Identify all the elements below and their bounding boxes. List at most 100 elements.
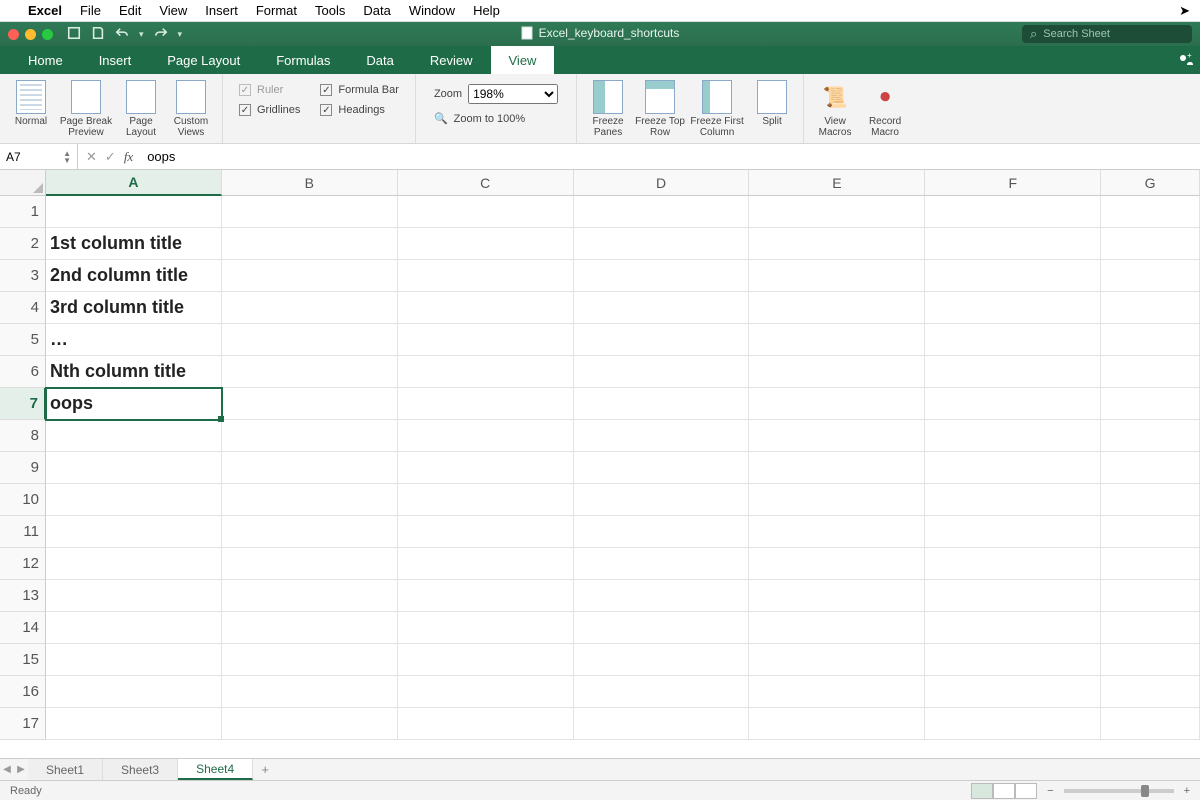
freeze-first-col-button[interactable]: Freeze First Column [689,78,745,138]
cell-B14[interactable] [222,612,398,644]
row-header-5[interactable]: 5 [0,324,46,356]
search-sheet-box[interactable]: ⌕ [1022,25,1192,43]
zoom-in-button[interactable]: + [1184,785,1190,797]
sheet-tab-sheet3[interactable]: Sheet3 [103,759,178,780]
cell-A11[interactable] [46,516,222,548]
cell-E10[interactable] [749,484,925,516]
tab-view[interactable]: View [491,46,555,74]
cell-F12[interactable] [925,548,1101,580]
cell-E7[interactable] [749,388,925,420]
cell-A6[interactable]: Nth column title [46,356,222,388]
sheet-tab-sheet1[interactable]: Sheet1 [28,759,103,780]
cell-F14[interactable] [925,612,1101,644]
cell-G3[interactable] [1101,260,1200,292]
cancel-formula-icon[interactable]: ✕ [86,149,97,165]
cell-E2[interactable] [749,228,925,260]
cell-B2[interactable] [222,228,398,260]
cell-C3[interactable] [398,260,574,292]
ruler-checkbox[interactable]: ✓Ruler [239,84,300,96]
app-menu-excel[interactable]: Excel [28,3,62,18]
cell-B15[interactable] [222,644,398,676]
cell-F3[interactable] [925,260,1101,292]
undo-dropdown-icon[interactable]: ▾ [139,29,144,40]
tab-formulas[interactable]: Formulas [258,46,348,74]
cell-G1[interactable] [1101,196,1200,228]
headings-checkbox[interactable]: ✓Headings [320,104,399,116]
cell-G10[interactable] [1101,484,1200,516]
search-sheet-input[interactable] [1043,28,1184,40]
cell-G11[interactable] [1101,516,1200,548]
cell-A14[interactable] [46,612,222,644]
row-header-4[interactable]: 4 [0,292,46,324]
cell-C14[interactable] [398,612,574,644]
spreadsheet-grid[interactable]: ABCDEFG 1234567891011121314151617 1st co… [0,170,1200,758]
name-box-input[interactable] [6,150,56,164]
formula-input[interactable] [147,149,1194,164]
cell-A3[interactable]: 2nd column title [46,260,222,292]
fx-icon[interactable]: fx [124,149,133,165]
cell-C10[interactable] [398,484,574,516]
quick-save2-icon[interactable] [91,26,105,43]
redo-dropdown-icon[interactable]: ▾ [178,29,183,40]
cell-G14[interactable] [1101,612,1200,644]
cell-E5[interactable] [749,324,925,356]
row-header-1[interactable]: 1 [0,196,46,228]
cell-C13[interactable] [398,580,574,612]
cell-G13[interactable] [1101,580,1200,612]
cell-A1[interactable] [46,196,222,228]
cell-B8[interactable] [222,420,398,452]
col-header-B[interactable]: B [222,170,398,196]
cell-E12[interactable] [749,548,925,580]
col-header-F[interactable]: F [925,170,1101,196]
cell-C6[interactable] [398,356,574,388]
zoom-slider[interactable] [1064,789,1174,793]
col-header-A[interactable]: A [46,170,222,196]
cell-A8[interactable] [46,420,222,452]
row-header-17[interactable]: 17 [0,708,46,740]
cell-E14[interactable] [749,612,925,644]
cell-B13[interactable] [222,580,398,612]
cell-A17[interactable] [46,708,222,740]
cell-B11[interactable] [222,516,398,548]
cell-E6[interactable] [749,356,925,388]
cell-F15[interactable] [925,644,1101,676]
cell-F2[interactable] [925,228,1101,260]
undo-icon[interactable] [115,26,129,43]
cell-C1[interactable] [398,196,574,228]
page-layout-button[interactable]: Page Layout [118,78,164,138]
view-page-layout-icon[interactable] [993,783,1015,799]
cell-D7[interactable] [574,388,750,420]
app-menu-help[interactable]: Help [473,3,500,18]
cell-D12[interactable] [574,548,750,580]
select-all-corner[interactable] [0,170,46,196]
cell-F6[interactable] [925,356,1101,388]
cell-A13[interactable] [46,580,222,612]
row-header-10[interactable]: 10 [0,484,46,516]
cell-B12[interactable] [222,548,398,580]
cell-D10[interactable] [574,484,750,516]
cell-D11[interactable] [574,516,750,548]
cell-G8[interactable] [1101,420,1200,452]
cell-B1[interactable] [222,196,398,228]
cell-F17[interactable] [925,708,1101,740]
custom-views-button[interactable]: Custom Views [168,78,214,138]
cell-C5[interactable] [398,324,574,356]
close-window-button[interactable] [8,29,19,40]
col-header-E[interactable]: E [749,170,925,196]
split-button[interactable]: Split [749,78,795,127]
cell-A12[interactable] [46,548,222,580]
cell-G16[interactable] [1101,676,1200,708]
app-menu-window[interactable]: Window [409,3,455,18]
cell-A9[interactable] [46,452,222,484]
cell-B4[interactable] [222,292,398,324]
cell-F8[interactable] [925,420,1101,452]
row-header-9[interactable]: 9 [0,452,46,484]
row-header-7[interactable]: 7 [0,388,46,420]
row-header-15[interactable]: 15 [0,644,46,676]
row-header-12[interactable]: 12 [0,548,46,580]
tab-insert[interactable]: Insert [81,46,150,74]
app-menu-file[interactable]: File [80,3,101,18]
record-macro-button[interactable]: ⏺Record Macro [862,78,908,138]
confirm-formula-icon[interactable]: ✓ [105,149,116,165]
cell-A16[interactable] [46,676,222,708]
